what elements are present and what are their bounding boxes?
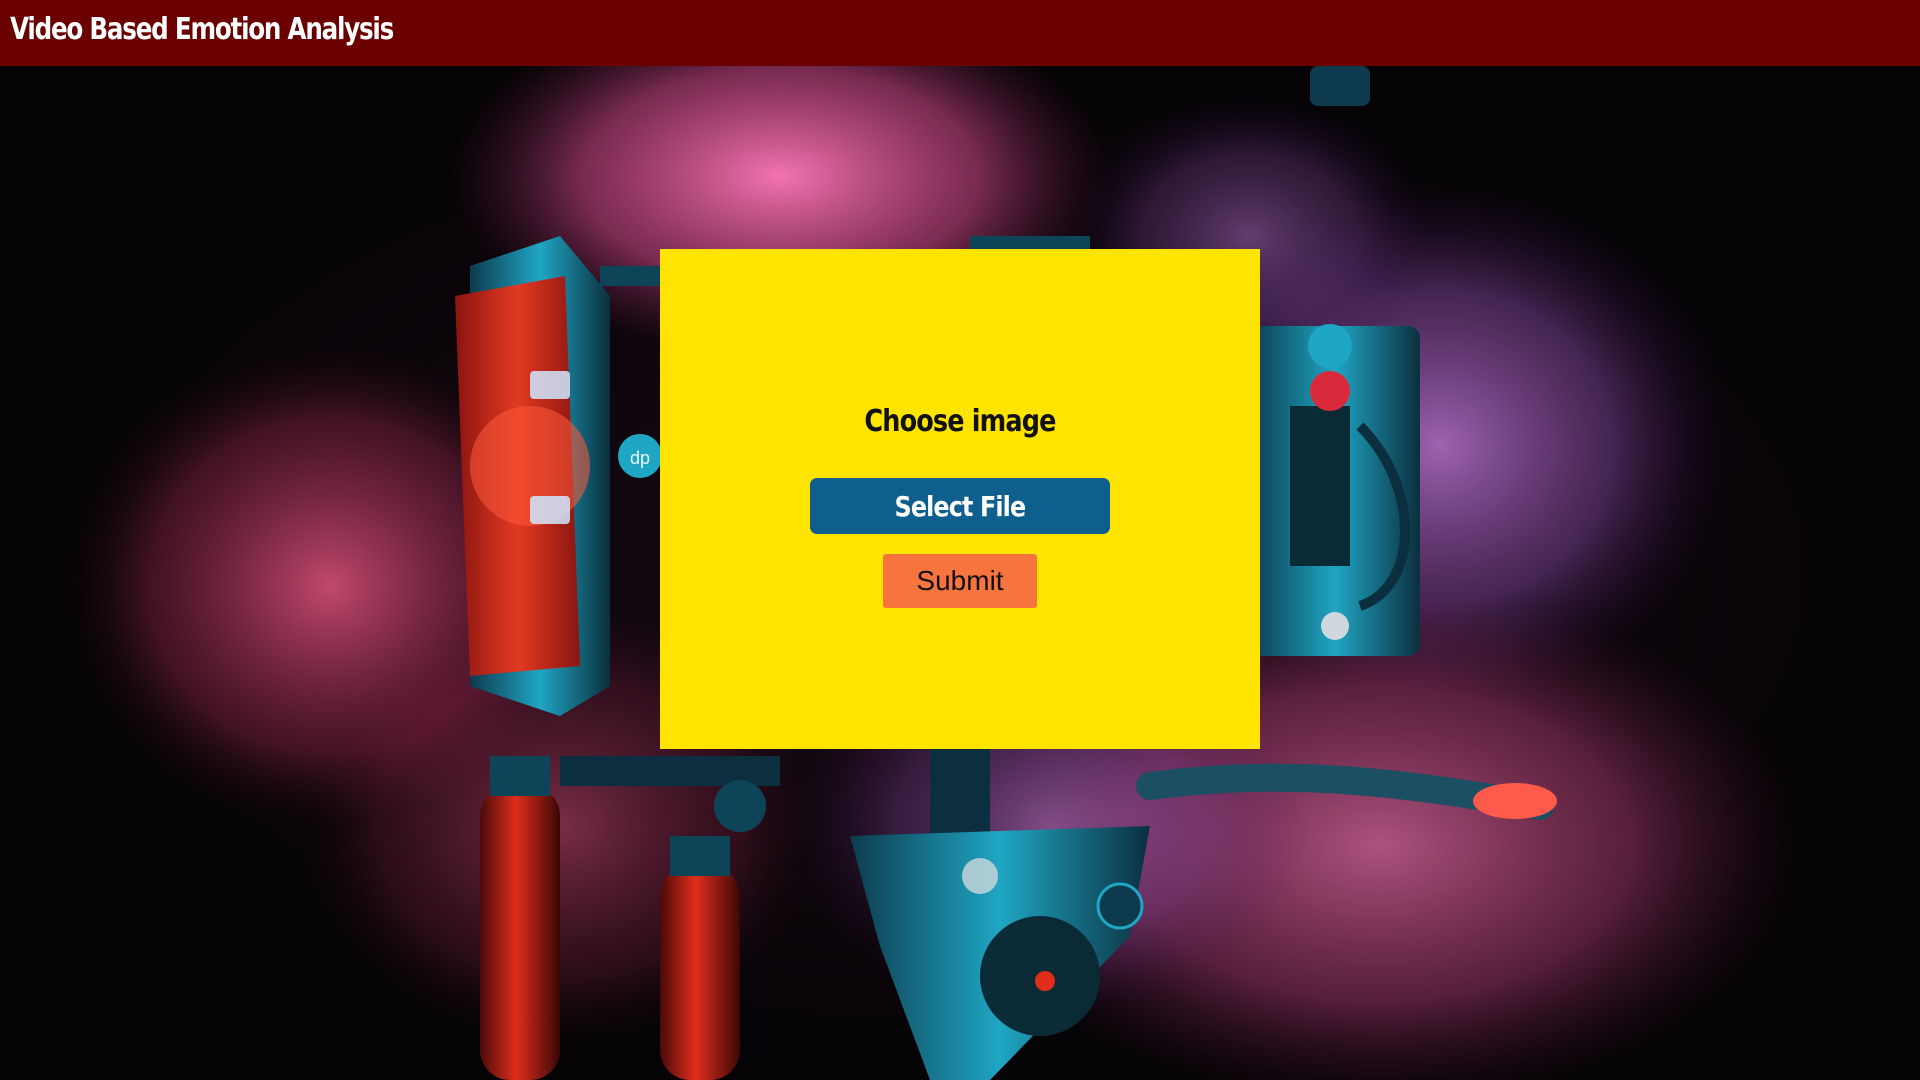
select-file-button-label: Select File bbox=[894, 489, 1027, 523]
choose-image-heading: Choose image bbox=[864, 404, 1056, 439]
select-file-button[interactable]: Select File bbox=[810, 478, 1110, 534]
top-header-bar: Video Based Emotion Analysis bbox=[0, 0, 1920, 66]
app-title: Video Based Emotion Analysis bbox=[10, 12, 394, 47]
svg-text:dp: dp bbox=[630, 448, 650, 468]
upload-card: Choose image Select File Submit bbox=[660, 249, 1260, 749]
submit-button[interactable]: Submit bbox=[883, 554, 1037, 608]
